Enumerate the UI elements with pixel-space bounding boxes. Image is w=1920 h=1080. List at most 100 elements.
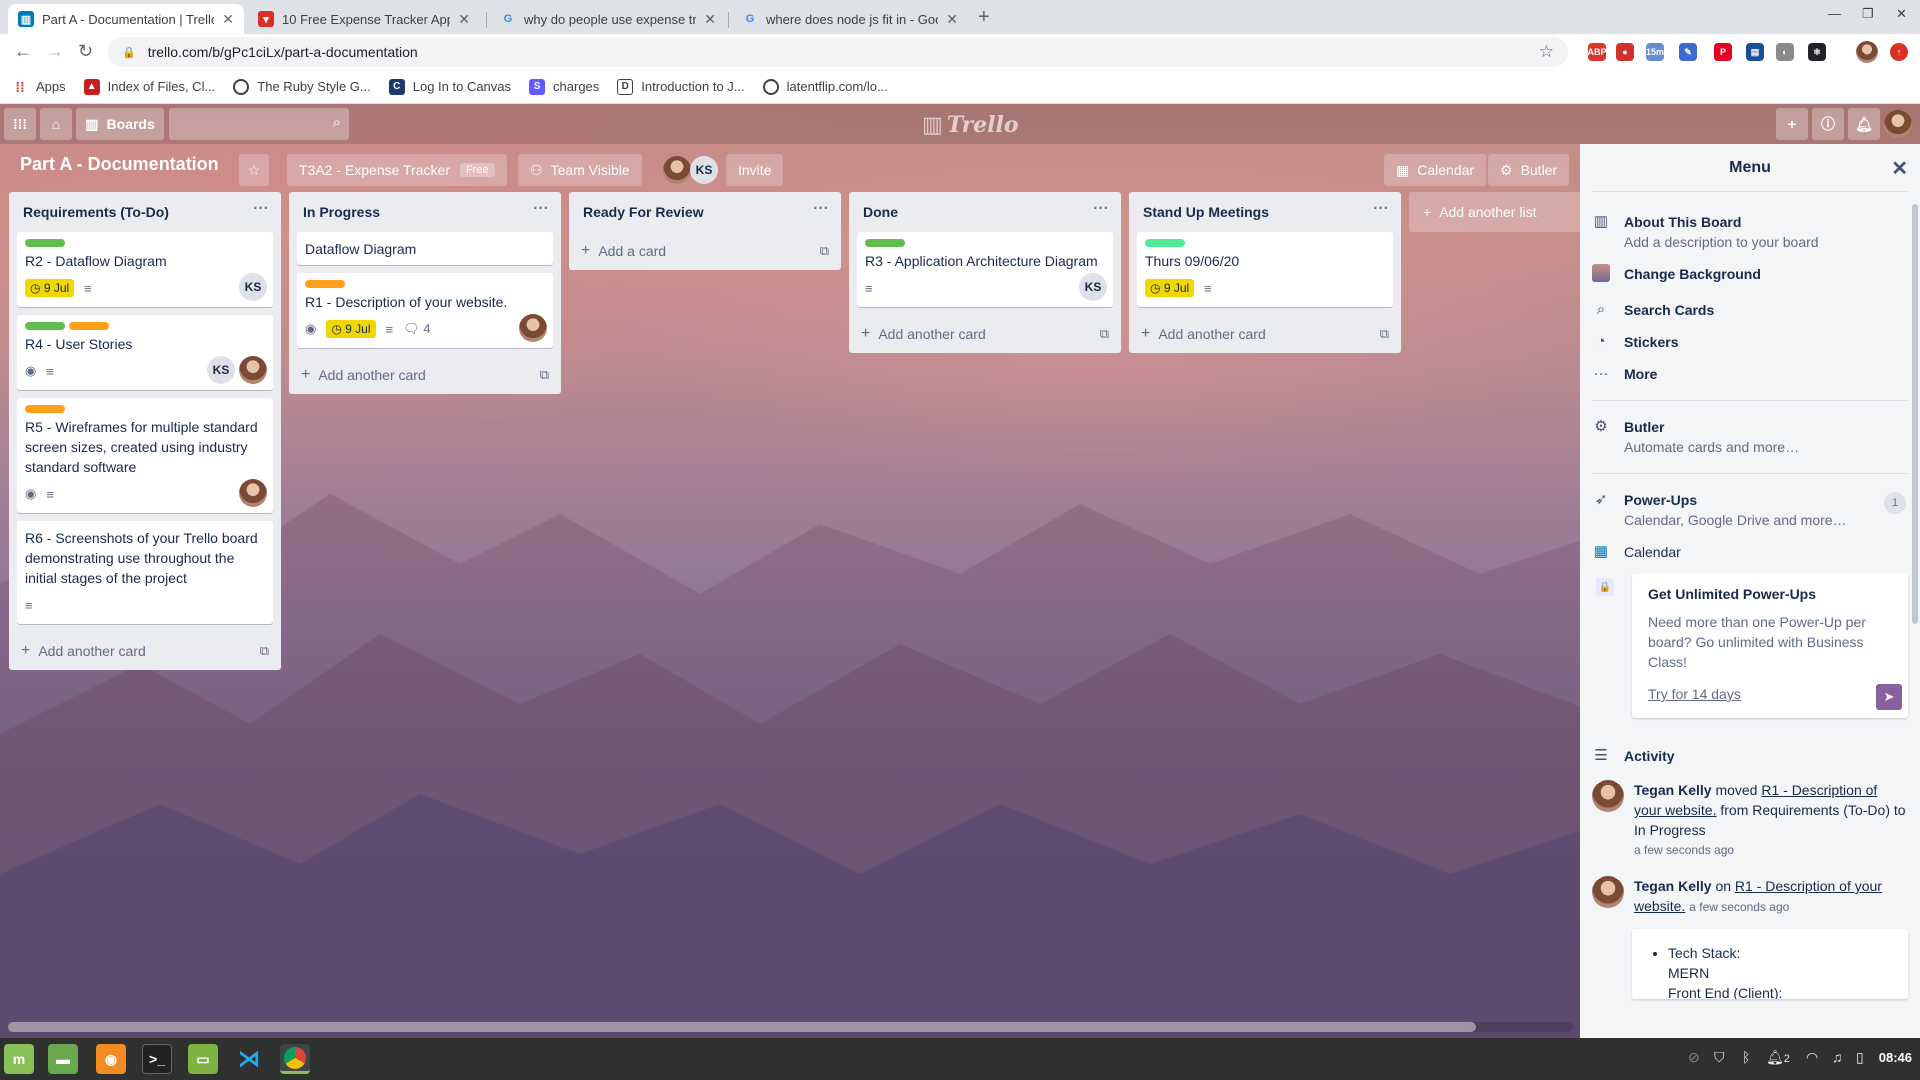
add-card-button[interactable]: + Add another card ⧉ [849,315,1121,353]
card-label[interactable] [25,322,65,330]
chrome-icon[interactable] [280,1044,310,1074]
bookmark-index-files[interactable]: ▲ Index of Files, Cl... [83,78,215,95]
list-menu-icon[interactable]: ··· [533,200,549,218]
list-title[interactable]: Done [863,204,898,220]
close-tab-icon[interactable]: ✕ [704,11,716,28]
abp-icon[interactable]: ABP [1588,43,1607,61]
files-icon[interactable]: ▭ [188,1044,218,1074]
menu-search-cards[interactable]: ⌕ Search Cards [1580,294,1920,326]
try-free-link[interactable]: Try for 14 days [1648,686,1892,702]
terminal-icon[interactable]: >_ [142,1044,172,1074]
member-avatar[interactable] [239,479,267,507]
visibility-button[interactable]: ⚇ Team Visible [518,154,642,186]
card[interactable]: R1 - Description of your website. ◉ ◷ 9 Ju… [297,273,553,348]
list-header[interactable]: Ready For Review ··· [569,192,841,232]
pinterest-icon[interactable]: P [1714,43,1732,61]
member-avatar-ks[interactable]: KS [690,156,718,184]
menu-more[interactable]: ··· More [1580,358,1920,390]
shield-icon[interactable]: ⛉ [1714,1049,1725,1066]
battery-icon[interactable]: ▯ [1856,1049,1864,1066]
menu-butler[interactable]: ⚙ Butler Automate cards and more… [1580,411,1920,463]
card-template-icon[interactable]: ⧉ [260,643,269,659]
minimize-icon[interactable]: — [1828,6,1841,21]
reload-icon[interactable]: ↻ [78,41,93,62]
close-icon[interactable]: ✕ [1891,156,1908,181]
send-icon[interactable]: ➤ [1876,684,1902,710]
bookmark-latentflip[interactable]: latentflip.com/lo... [762,78,888,95]
security-icon[interactable]: ⊘ [1688,1049,1700,1066]
bookmark-ruby-style[interactable]: The Ruby Style G... [233,78,371,95]
list-header[interactable]: Done ··· [849,192,1121,232]
member-avatar[interactable] [239,356,267,384]
restore-icon[interactable]: ❐ [1862,6,1874,22]
bookmark-intro[interactable]: D Introduction to J... [617,78,745,95]
eyedropper-icon[interactable]: ✎ [1679,43,1697,61]
menu-change-background[interactable]: Change Background [1580,258,1920,294]
card-label[interactable] [25,405,65,413]
clock[interactable]: 08:46 [1879,1050,1912,1065]
notifications-icon[interactable]: 🔔︎ [1848,108,1880,140]
member-avatar-ks[interactable]: KS [207,356,235,384]
user-avatar[interactable] [1884,110,1912,138]
home-icon[interactable]: ⌂ [40,108,72,140]
bookmark-apps[interactable]: ⁞⁞ Apps [12,79,65,95]
due-date-badge[interactable]: ◷ 9 Jul [1145,279,1195,297]
bookmark-canvas[interactable]: C Log In to Canvas [388,78,511,95]
bluetooth-icon[interactable]: ᛒ [1742,1049,1750,1065]
member-avatar-ks[interactable]: KS [1079,273,1107,301]
list-menu-icon[interactable]: ··· [1093,200,1109,218]
horizontal-scrollbar[interactable] [8,1022,1573,1032]
activity-time[interactable]: a few seconds ago [1689,900,1789,914]
notification-tray-icon[interactable]: 🔔︎2 [1766,1049,1790,1066]
card[interactable]: R2 - Dataflow Diagram ◷ 9 Jul ≡ KS [17,232,273,307]
due-date-badge[interactable]: ◷ 9 Jul [25,279,75,297]
boards-button[interactable]: ▥ Boards [76,108,164,140]
menu-calendar-powerup[interactable]: ▦ Calendar [1580,536,1920,568]
card-template-icon[interactable]: ⧉ [1100,326,1109,342]
board-title[interactable]: Part A - Documentation [20,154,219,175]
card[interactable]: R5 - Wireframes for multiple standard sc… [17,398,273,513]
card[interactable]: Dataflow Diagram [297,232,553,265]
card[interactable]: Thurs 09/06/20 ◷ 9 Jul ≡ [1137,232,1393,307]
calendar-button[interactable]: ▦ Calendar [1384,154,1487,186]
address-bar[interactable]: 🔒 trello.com/b/gPc1ciLx/part-a-documenta… [108,37,1568,67]
tab-google-search-2[interactable]: G where does node js fit in - Goo ✕ [732,4,968,34]
close-tab-icon[interactable]: ✕ [458,11,470,28]
card-label[interactable] [25,239,65,247]
apps-switcher-icon[interactable]: ⁞⁞⁞ [4,108,36,140]
menu-power-ups[interactable]: ➶ Power-Ups Calendar, Google Drive and mo… [1580,484,1920,536]
list-title[interactable]: Stand Up Meetings [1143,204,1269,220]
add-list-button[interactable]: + Add another list [1409,192,1587,232]
info-icon[interactable]: ⓘ [1812,108,1844,140]
add-card-button[interactable]: + Add another card ⧉ [1129,315,1401,353]
vscode-icon[interactable]: ⋊ [234,1044,264,1074]
bookmark-star-icon[interactable]: ☆ [1539,42,1554,62]
invite-button[interactable]: Invite [726,154,784,186]
timer-icon[interactable]: 15m [1646,43,1664,61]
bookmark-charges[interactable]: Scharges [529,78,599,95]
new-tab-icon[interactable]: + [978,6,990,29]
card-template-icon[interactable]: ⧉ [540,367,549,383]
card[interactable]: R6 - Screenshots of your Trello board de… [17,521,273,624]
mint-menu-icon[interactable]: m [4,1044,34,1074]
trello-logo[interactable]: ▥ Trello [922,112,1019,138]
star-board-icon[interactable]: ☆ [239,154,269,186]
card[interactable]: R4 - User Stories ◉ ≡ KS [17,315,273,390]
menu-scrollbar[interactable] [1912,204,1918,624]
menu-about-board[interactable]: ▥ About This Board Add a description to y… [1580,206,1920,258]
tab-trello[interactable]: ▥ Part A - Documentation | Trello ✕ [8,4,244,34]
list-title[interactable]: Requirements (To-Do) [23,204,169,220]
wifi-icon[interactable]: ◠ [1806,1049,1818,1066]
close-tab-icon[interactable]: ✕ [946,11,958,28]
add-card-button[interactable]: + Add another card ⧉ [289,356,561,394]
forward-icon[interactable]: → [46,41,64,62]
list-menu-icon[interactable]: ··· [813,200,829,218]
list-header[interactable]: In Progress ··· [289,192,561,232]
card-label[interactable] [865,239,905,247]
react-icon[interactable]: ⚛ [1808,43,1826,61]
create-icon[interactable]: + [1776,108,1808,140]
tab-expense-apps[interactable]: ▾ 10 Free Expense Tracker Apps ✕ [248,4,480,34]
search-input[interactable]: ⌕ [169,108,349,140]
profile-icon[interactable] [1856,41,1878,63]
list-title[interactable]: Ready For Review [583,204,704,220]
